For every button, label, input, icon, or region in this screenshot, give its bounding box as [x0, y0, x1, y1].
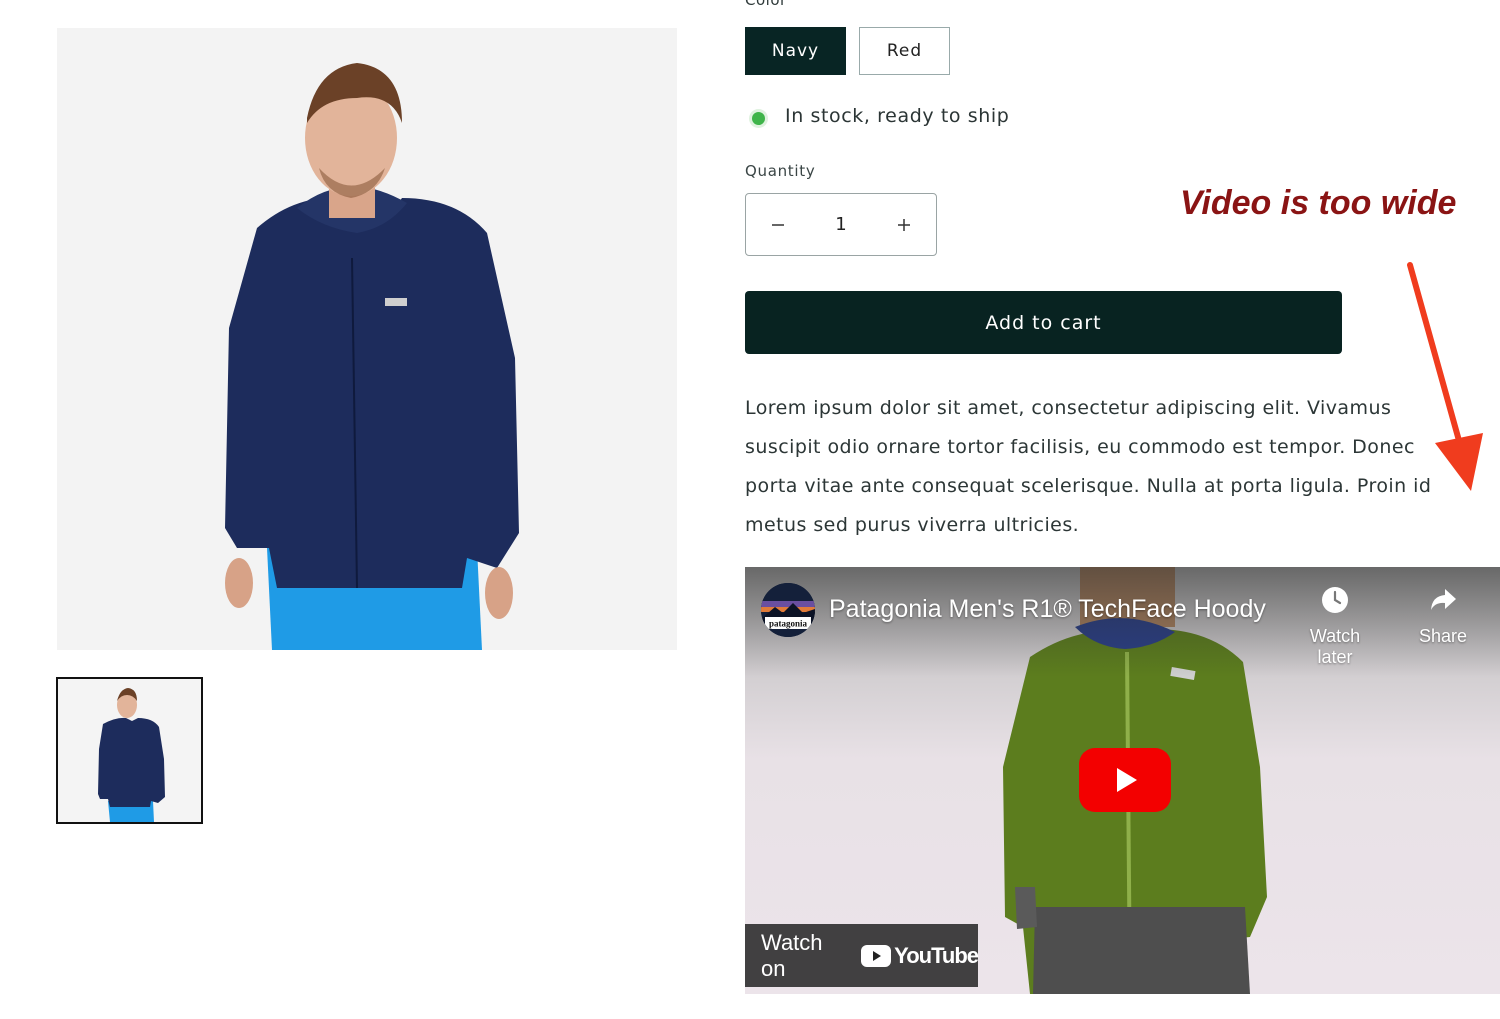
quantity-input[interactable]: 1 [810, 214, 872, 235]
share-label: Share [1418, 626, 1468, 646]
jacket-model-illustration [57, 28, 677, 650]
patagonia-logo-text: patagonia [769, 619, 808, 629]
product-description: Lorem ipsum dolor sit amet, consectetur … [745, 397, 1432, 536]
clock-icon [1322, 587, 1348, 613]
video-title[interactable]: Patagonia Men's R1® TechFace Hoody [829, 595, 1266, 624]
stock-status-text: In stock, ready to ship [785, 105, 1010, 127]
share-arrow-icon [1431, 589, 1456, 610]
watch-later-label: Watch later [1309, 626, 1361, 667]
annotation-arrow-icon [1407, 262, 1483, 491]
quantity-increase-button[interactable] [872, 194, 936, 255]
in-stock-indicator-icon [752, 112, 765, 125]
color-swatch-red[interactable]: Red [859, 27, 950, 75]
product-main-image[interactable] [57, 28, 677, 650]
youtube-logo: YouTube [861, 942, 979, 969]
play-icon [1117, 768, 1137, 792]
share-button[interactable]: Share [1398, 585, 1488, 647]
watch-on-label: Watch on [761, 929, 823, 981]
add-to-cart-button[interactable]: Add to cart [745, 291, 1342, 354]
quantity-label: Quantity [745, 162, 816, 180]
quantity-decrease-button[interactable] [746, 194, 810, 255]
thumbnail-image [58, 679, 201, 822]
annotation-text: Video is too wide [1180, 184, 1457, 222]
product-thumbnail[interactable] [56, 677, 203, 824]
color-option-label: Color [745, 0, 787, 9]
color-swatch-navy[interactable]: Navy [745, 27, 846, 75]
watch-on-youtube-button[interactable]: Watch on YouTube [745, 924, 979, 987]
youtube-wordmark: YouTube [894, 942, 979, 968]
quantity-stepper: 1 [745, 193, 937, 256]
watch-later-button[interactable]: Watch later [1290, 585, 1380, 668]
youtube-play-icon [861, 944, 892, 967]
play-button[interactable] [1079, 748, 1171, 812]
plus-icon [898, 218, 910, 231]
youtube-video-embed[interactable]: patagonia Patagonia Men's R1® TechFace H… [745, 567, 1500, 994]
minus-icon [772, 223, 784, 226]
channel-logo[interactable]: patagonia [761, 583, 815, 637]
patagonia-logo-icon: patagonia [761, 583, 815, 637]
